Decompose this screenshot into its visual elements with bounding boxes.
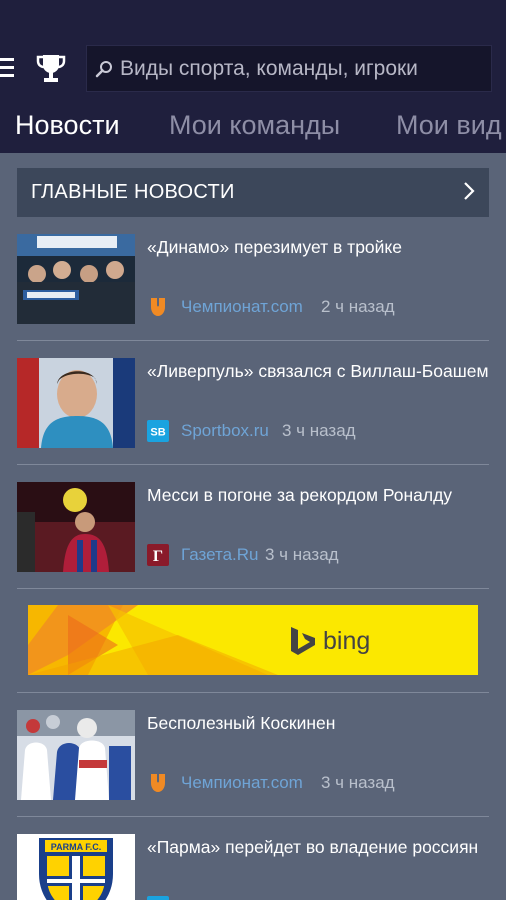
divider: [17, 692, 489, 693]
news-thumbnail: [17, 710, 135, 800]
search-input[interactable]: Виды спорта, команды, игроки: [86, 45, 492, 92]
chevron-right-icon: [464, 182, 475, 200]
svg-text:bing: bing: [323, 627, 370, 655]
top-news-header[interactable]: ГЛАВНЫЕ НОВОСТИ: [17, 168, 489, 217]
parma-crest-text: PARMA F.C.: [51, 842, 102, 852]
news-thumbnail: [17, 482, 135, 572]
news-thumbnail: [17, 234, 135, 324]
news-headline: «Динамо» перезимует в тройке: [147, 237, 403, 257]
championat-logo-icon: [151, 298, 165, 316]
news-time: 2 ч назад: [321, 297, 395, 316]
news-item[interactable]: Бесполезный Коскинен Чемпионат.com 3 ч н…: [17, 710, 489, 802]
news-item[interactable]: «Ливерпуль» связался с Виллаш-Боашем SB …: [17, 358, 489, 450]
tab-my-teams[interactable]: Мои команды: [169, 110, 340, 141]
news-source[interactable]: Газета.Ru: [181, 545, 259, 565]
pivot-tabs: Новости Мои команды Мои вид: [0, 108, 506, 148]
app-header: Виды спорта, команды, игроки Новости Мои…: [0, 0, 506, 153]
news-item[interactable]: PARMA F.C. «Парма» перейдет во владение …: [17, 834, 489, 900]
news-item[interactable]: Месси в погоне за рекордом Роналду Г Газ…: [17, 482, 489, 574]
sportbox-logo-icon: SB: [147, 420, 169, 442]
sportbox-logo-icon: [147, 896, 169, 900]
news-time: 3 ч назад: [321, 773, 395, 792]
divider: [17, 588, 489, 589]
trophy-icon[interactable]: [36, 53, 66, 85]
championat-logo-icon: [151, 774, 165, 792]
hamburger-menu-icon[interactable]: [0, 58, 14, 78]
svg-text:Г: Г: [153, 548, 163, 565]
news-item[interactable]: «Динамо» перезимует в тройке Чемпионат.c…: [17, 234, 489, 326]
tab-my-sports[interactable]: Мои вид: [396, 110, 502, 141]
news-source[interactable]: Чемпионат.com: [181, 773, 303, 793]
news-headline: «Ливерпуль» связался с Виллаш-Боашем: [147, 361, 489, 381]
news-thumbnail: [17, 358, 135, 448]
news-time: 3 ч назад: [282, 421, 356, 440]
divider: [17, 816, 489, 817]
search-placeholder: Виды спорта, команды, игроки: [120, 57, 418, 80]
news-thumbnail: PARMA F.C.: [17, 834, 135, 900]
news-source[interactable]: Sportbox.ru: [181, 421, 269, 441]
news-time: 3 ч назад: [265, 545, 339, 564]
divider: [17, 464, 489, 465]
search-icon: [95, 61, 112, 78]
tab-news[interactable]: Новости: [15, 110, 120, 141]
news-headline: Месси в погоне за рекордом Роналду: [147, 485, 453, 505]
news-source[interactable]: Чемпионат.com: [181, 297, 303, 317]
news-headline: «Парма» перейдет во владение россиян: [147, 837, 479, 857]
bing-ad-banner[interactable]: bing: [28, 605, 478, 675]
divider: [17, 340, 489, 341]
svg-text:SB: SB: [150, 427, 165, 439]
gazeta-logo-icon: Г: [147, 544, 169, 566]
news-headline: Бесполезный Коскинен: [147, 713, 336, 733]
section-title: ГЛАВНЫЕ НОВОСТИ: [31, 181, 235, 203]
